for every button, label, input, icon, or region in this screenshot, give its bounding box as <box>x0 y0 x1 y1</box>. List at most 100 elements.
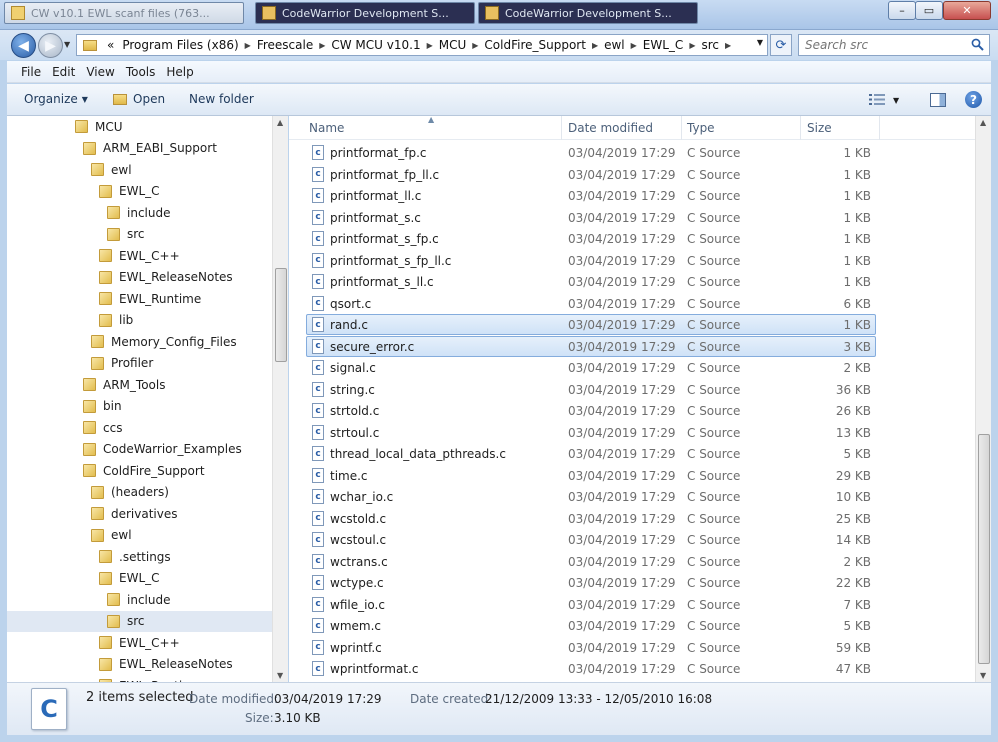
menu-edit[interactable]: Edit <box>52 65 75 79</box>
file-row[interactable]: c strtoul.c 03/04/2019 17:29 C Source 13 KB <box>306 422 876 443</box>
menu-help[interactable]: Help <box>166 65 193 79</box>
nav-item[interactable]: bin <box>7 396 272 417</box>
nav-item[interactable]: ARM_Tools <box>7 374 272 395</box>
file-row[interactable]: c printformat_s_ll.c 03/04/2019 17:29 C Sou… <box>306 271 876 292</box>
nav-item[interactable]: ccs <box>7 417 272 438</box>
file-row[interactable]: c time.c 03/04/2019 17:29 C Source 29 KB <box>306 465 876 486</box>
search-input[interactable] <box>799 35 959 55</box>
breadcrumb-item[interactable]: ewl <box>600 38 629 52</box>
file-row[interactable]: c secure_error.c 03/04/2019 17:29 C Source 3… <box>306 335 876 357</box>
file-row[interactable]: c wfile_io.c 03/04/2019 17:29 C Source 7 KB <box>306 594 876 615</box>
column-size[interactable]: Size <box>807 121 832 135</box>
file-row[interactable]: c wctype.c 03/04/2019 17:29 C Source 22 KB <box>306 572 876 593</box>
nav-item[interactable]: derivatives <box>7 503 272 524</box>
nav-item[interactable]: EWL_Runtime <box>7 675 272 682</box>
nav-item[interactable]: EWL_C++ <box>7 632 272 653</box>
nav-item[interactable]: EWL_ReleaseNotes <box>7 654 272 675</box>
nav-item[interactable]: ewl <box>7 159 272 180</box>
nav-item[interactable]: ARM_EABI_Support <box>7 138 272 159</box>
back-button[interactable]: ◀ <box>11 33 36 58</box>
file-row[interactable]: c printformat_fp.c 03/04/2019 17:29 C Sourc… <box>306 142 876 163</box>
help-icon[interactable]: ? <box>965 91 982 108</box>
navigation-pane[interactable]: MCU ARM_EABI_Support ewl EWL_C include src EWL… <box>7 116 288 682</box>
organize-button[interactable]: Organize ▼ <box>24 92 88 106</box>
menu-view[interactable]: View <box>86 65 114 79</box>
nav-item[interactable]: src <box>7 224 272 245</box>
taskbar-tab-codewarrior-1[interactable]: CodeWarrior Development S... <box>255 2 475 24</box>
file-row[interactable]: c wmem.c 03/04/2019 17:29 C Source 5 KB <box>306 615 876 636</box>
menu-file[interactable]: File <box>21 65 41 79</box>
file-row[interactable]: c printformat_fp_ll.c 03/04/2019 17:29 C So… <box>306 164 876 185</box>
view-options-icon[interactable] <box>869 93 885 106</box>
file-row[interactable]: c printformat_ll.c 03/04/2019 17:29 C Sourc… <box>306 185 876 206</box>
column-type[interactable]: Type <box>687 121 715 135</box>
column-divider[interactable] <box>681 116 682 140</box>
search-box[interactable] <box>798 34 990 56</box>
nav-item[interactable]: Profiler <box>7 353 272 374</box>
chevron-right-icon[interactable]: ▶ <box>317 41 327 50</box>
preview-pane-icon[interactable] <box>930 93 946 107</box>
breadcrumb-item[interactable]: CW MCU v10.1 <box>327 38 424 52</box>
file-list-scrollbar[interactable]: ▲ ▼ <box>975 116 991 682</box>
chevron-right-icon[interactable]: ▶ <box>687 41 697 50</box>
column-date-modified[interactable]: Date modified <box>568 121 653 135</box>
scroll-down-icon[interactable]: ▼ <box>980 671 986 680</box>
scrollbar-thumb[interactable] <box>275 268 287 362</box>
column-name[interactable]: Name <box>309 121 344 135</box>
search-icon[interactable] <box>971 38 984 51</box>
column-divider[interactable] <box>800 116 801 140</box>
scroll-up-icon[interactable]: ▲ <box>980 118 986 127</box>
nav-item[interactable]: EWL_C++ <box>7 245 272 266</box>
nav-item[interactable]: include <box>7 589 272 610</box>
nav-item[interactable]: src <box>7 610 272 632</box>
file-row[interactable]: c wprintformat.c 03/04/2019 17:29 C Source 4… <box>306 658 876 679</box>
file-row[interactable]: c string.c 03/04/2019 17:29 C Source 36 KB <box>306 379 876 400</box>
recent-pages-dropdown[interactable]: ▼ <box>64 40 70 49</box>
file-row[interactable]: c printformat_s_fp_ll.c 03/04/2019 17:29 C … <box>306 250 876 271</box>
breadcrumb-item[interactable]: src <box>697 38 723 52</box>
chevron-right-icon[interactable]: ▶ <box>243 41 253 50</box>
file-row[interactable]: c signal.c 03/04/2019 17:29 C Source 2 KB <box>306 357 876 378</box>
minimize-button[interactable]: – <box>888 1 916 20</box>
file-row[interactable]: c strtold.c 03/04/2019 17:29 C Source 26 KB <box>306 400 876 421</box>
navigation-scrollbar[interactable]: ▲ ▼ <box>272 116 288 682</box>
nav-item[interactable]: CodeWarrior_Examples <box>7 439 272 460</box>
view-options-dropdown[interactable]: ▼ <box>893 96 899 105</box>
file-list[interactable]: ▲ Name Date modified Type Size c printfor… <box>289 116 975 682</box>
nav-item[interactable]: .settings <box>7 546 272 567</box>
nav-item[interactable]: ewl <box>7 525 272 546</box>
close-button[interactable]: ✕ <box>943 1 991 20</box>
file-row[interactable]: c wprintf.c 03/04/2019 17:29 C Source 59 KB <box>306 637 876 658</box>
file-row[interactable]: c wcstold.c 03/04/2019 17:29 C Source 25 KB <box>306 508 876 529</box>
forward-button[interactable]: ▶ <box>38 33 63 58</box>
taskbar-tab-codewarrior-2[interactable]: CodeWarrior Development S... <box>478 2 698 24</box>
file-row[interactable]: c printformat_s.c 03/04/2019 17:29 C Source… <box>306 207 876 228</box>
scroll-up-icon[interactable]: ▲ <box>277 118 283 127</box>
scrollbar-thumb[interactable] <box>978 434 990 664</box>
taskbar-tab-explorer[interactable]: CW v10.1 EWL scanf files (763... <box>4 2 244 24</box>
file-row[interactable]: c wctrans.c 03/04/2019 17:29 C Source 2 KB <box>306 551 876 572</box>
nav-item[interactable]: EWL_C <box>7 568 272 589</box>
breadcrumb-item[interactable]: ColdFire_Support <box>480 38 590 52</box>
chevron-right-icon[interactable]: ▶ <box>425 41 435 50</box>
column-divider[interactable] <box>879 116 880 140</box>
chevron-right-icon[interactable]: ▶ <box>629 41 639 50</box>
nav-item[interactable]: ColdFire_Support <box>7 460 272 481</box>
chevron-right-icon[interactable]: ▶ <box>723 41 733 50</box>
column-divider[interactable] <box>561 116 562 140</box>
chevron-right-icon[interactable]: ▶ <box>470 41 480 50</box>
breadcrumb-item[interactable]: Freescale <box>253 38 317 52</box>
new-folder-button[interactable]: New folder <box>189 92 254 106</box>
nav-item[interactable]: EWL_C <box>7 181 272 202</box>
nav-item[interactable]: lib <box>7 310 272 331</box>
file-row[interactable]: c rand.c 03/04/2019 17:29 C Source 1 KB <box>306 314 876 335</box>
address-history-dropdown[interactable]: ▼ <box>757 38 763 47</box>
file-row[interactable]: c qsort.c 03/04/2019 17:29 C Source 6 KB <box>306 293 876 314</box>
file-row[interactable]: c thread_local_data_pthreads.c 03/04/2019 … <box>306 443 876 464</box>
address-bar[interactable]: « Program Files (x86) ▶ Freescale ▶ CW MCU… <box>76 34 768 56</box>
breadcrumb-item[interactable]: Program Files (x86) <box>118 38 242 52</box>
scroll-down-icon[interactable]: ▼ <box>277 671 283 680</box>
breadcrumb-item[interactable]: MCU <box>435 38 471 52</box>
file-row[interactable]: c printformat_s_fp.c 03/04/2019 17:29 C Sou… <box>306 228 876 249</box>
breadcrumb-overflow[interactable]: « <box>103 38 118 52</box>
